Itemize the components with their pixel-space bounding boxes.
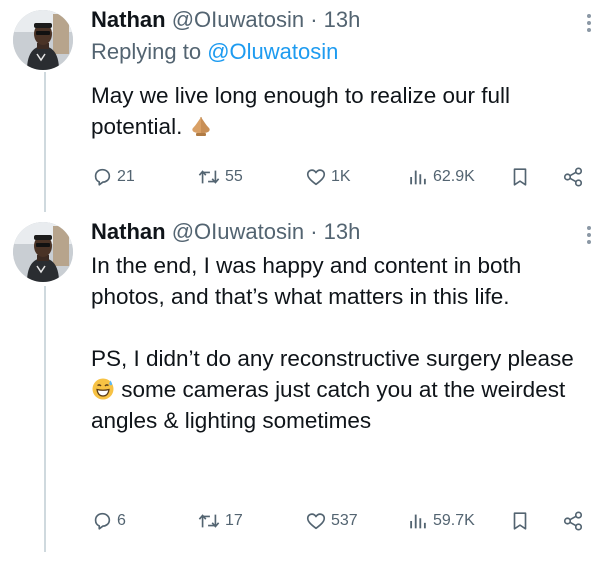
reply-count: 21 (117, 168, 135, 185)
reply-icon (94, 512, 111, 530)
tweet-actions: 6 17 537 59.7K (91, 508, 601, 534)
share-icon (563, 511, 583, 531)
like-button[interactable]: 1K (305, 164, 351, 190)
heart-icon (306, 513, 326, 530)
bookmark-icon (513, 512, 527, 530)
repost-icon (198, 514, 220, 528)
repost-count: 55 (225, 168, 243, 185)
avatar[interactable] (13, 222, 73, 282)
tweet-text-line: May we live long enough to realize our f… (91, 83, 510, 139)
repost-button[interactable]: 17 (197, 508, 243, 534)
share-button[interactable] (562, 164, 584, 190)
tweet-text: May we live long enough to realize our f… (91, 80, 596, 142)
reply-button[interactable]: 6 (91, 508, 126, 534)
replying-to-label: Replying to (91, 39, 202, 64)
tweet-text: In the end, I was happy and content in b… (91, 250, 596, 436)
views-chart-icon (410, 514, 426, 529)
view-count: 59.7K (433, 512, 475, 529)
grinning-sweat-emoji-icon (92, 378, 114, 400)
bookmark-icon (513, 168, 527, 186)
user-handle[interactable]: @OIuwatosin (172, 7, 304, 32)
view-count: 62.9K (433, 168, 475, 185)
replying-to: Replying to @Oluwatosin (91, 38, 338, 66)
folded-hands-emoji-icon (191, 117, 210, 136)
bookmark-button[interactable] (509, 164, 531, 190)
repost-button[interactable]: 55 (197, 164, 243, 190)
more-options-icon[interactable] (587, 226, 591, 248)
reply-button[interactable]: 21 (91, 164, 135, 190)
tweet-header: Nathan @OIuwatosin · 13h (91, 6, 360, 34)
display-name[interactable]: Nathan (91, 7, 166, 32)
tweet-text-segment: PS, I didn’t do any reconstructive surge… (91, 346, 574, 371)
separator-dot: · (310, 7, 318, 32)
tweet[interactable]: Nathan @OIuwatosin · 13h Replying to @Ol… (0, 0, 609, 205)
tweet-paragraph: PS, I didn’t do any reconstructive surge… (91, 343, 596, 436)
display-name[interactable]: Nathan (91, 219, 166, 244)
heart-icon (306, 169, 326, 186)
tweet-actions: 21 55 1K 62.9K (91, 164, 601, 190)
reply-count: 6 (117, 512, 126, 529)
tweet-header: Nathan @OIuwatosin · 13h (91, 218, 360, 246)
separator-dot: · (310, 219, 318, 244)
reply-mention-link[interactable]: @Oluwatosin (207, 39, 338, 64)
like-count: 537 (331, 512, 358, 529)
views-chart-icon (410, 170, 426, 185)
avatar-photo (13, 222, 73, 282)
more-options-icon[interactable] (587, 14, 591, 36)
share-button[interactable] (562, 508, 584, 534)
like-count: 1K (331, 168, 351, 185)
user-handle[interactable]: @OIuwatosin (172, 219, 304, 244)
timestamp[interactable]: 13h (324, 219, 361, 244)
reply-icon (94, 168, 111, 186)
views-button[interactable]: 59.7K (407, 508, 475, 534)
tweet-text-segment: some cameras just catch you at the weird… (91, 377, 566, 433)
like-button[interactable]: 537 (305, 508, 358, 534)
repost-count: 17 (225, 512, 243, 529)
views-button[interactable]: 62.9K (407, 164, 475, 190)
share-icon (563, 167, 583, 187)
timestamp[interactable]: 13h (324, 7, 361, 32)
tweet[interactable]: Nathan @OIuwatosin · 13h In the end, I w… (0, 212, 609, 572)
tweet-paragraph: In the end, I was happy and content in b… (91, 253, 522, 309)
avatar[interactable] (13, 10, 73, 70)
avatar-photo (13, 10, 73, 70)
bookmark-button[interactable] (509, 508, 531, 534)
repost-icon (198, 170, 220, 184)
